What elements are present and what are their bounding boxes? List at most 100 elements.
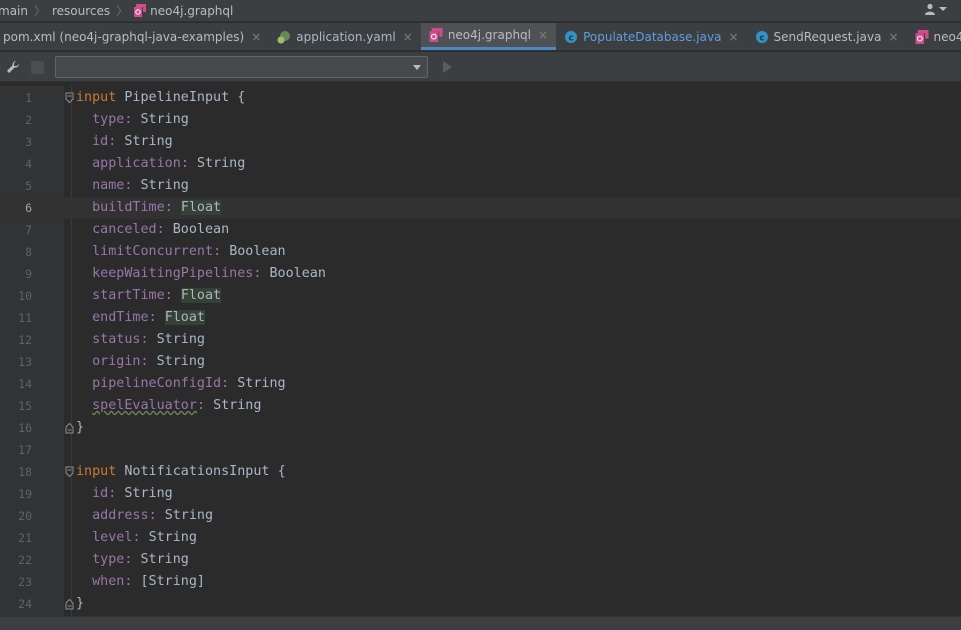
line-number: 3 (25, 135, 32, 149)
line-number: 14 (18, 377, 32, 391)
code-line[interactable]: 3 id: String (0, 131, 961, 153)
field-name-token: name (92, 178, 125, 193)
tab-pom-xml[interactable]: pom.xml (neo4j-graphql-java-examples) × (0, 23, 269, 50)
code-line[interactable]: 1 input PipelineInput { (0, 87, 961, 109)
fold-open-icon[interactable] (65, 466, 74, 478)
user-icon (925, 3, 935, 15)
line-number: 24 (18, 597, 32, 611)
colon-token: : (108, 486, 117, 501)
line-number: 15 (18, 399, 32, 413)
line-number: 18 (18, 465, 32, 479)
close-icon[interactable]: × (888, 30, 898, 44)
code-line[interactable]: 22 type: String (0, 549, 961, 571)
brace-token: } (76, 596, 85, 611)
code-text: endTime: Float (76, 307, 205, 329)
code-line[interactable]: 4 application: String (0, 153, 961, 175)
tab-populate-database-java[interactable]: c PopulateDatabase.java × (556, 23, 746, 50)
colon-token: : (124, 552, 133, 567)
tab-application-yaml[interactable]: application.yaml × (269, 23, 421, 50)
user-menu-button[interactable] (924, 3, 947, 15)
code-line[interactable]: 20 address: String (0, 505, 961, 527)
code-line[interactable]: 14 pipelineConfigId: String (0, 373, 961, 395)
code-line[interactable]: 8 limitConcurrent: Boolean (0, 241, 961, 263)
chevron-down-icon (939, 7, 947, 11)
field-name-token: level (92, 530, 133, 545)
code-line[interactable]: 24} (0, 593, 961, 615)
line-number: 20 (18, 509, 32, 523)
code-line[interactable]: 10 startTime: Float (0, 285, 961, 307)
line-number: 2 (25, 113, 32, 127)
code-line[interactable]: 6 buildTime: Float (0, 197, 961, 219)
fold-close-icon[interactable] (65, 422, 74, 434)
close-icon[interactable]: × (538, 28, 548, 42)
field-type-token: Float (164, 310, 205, 325)
field-name-token: startTime (92, 288, 165, 303)
tab-neo4j-graphql[interactable]: neo4j.graphql × (420, 23, 557, 50)
field-type-token: Float (180, 200, 222, 215)
line-number: 22 (18, 553, 32, 567)
type-name-token: NotificationsInput (124, 464, 270, 479)
brace-token: } (76, 420, 85, 435)
breadcrumb-item-file[interactable]: neo4j.graphql (134, 4, 233, 18)
code-line[interactable]: 12 status: String (0, 329, 961, 351)
field-type-token: String (124, 134, 173, 149)
line-number: 5 (25, 179, 32, 193)
code-editor[interactable]: 1 input PipelineInput {2 type: String 3 id… (0, 86, 961, 616)
code-line[interactable]: 2 type: String (0, 109, 961, 131)
chevron-down-icon (413, 65, 421, 70)
field-type-token: String (164, 508, 214, 523)
code-text: address: String (76, 505, 213, 527)
code-line[interactable]: 7 canceled: Boolean (0, 219, 961, 241)
type-name-token: PipelineInput (124, 90, 230, 105)
run-configuration-select[interactable] (55, 56, 428, 78)
code-text: level: String (76, 527, 197, 549)
status-bar (0, 616, 961, 630)
code-line[interactable]: 5 name: String (0, 175, 961, 197)
field-type-token: String (124, 486, 173, 501)
code-line[interactable]: 19 id: String (0, 483, 961, 505)
code-line[interactable]: 18 input NotificationsInput { (0, 461, 961, 483)
code-line[interactable]: 17 (0, 439, 961, 461)
run-icon[interactable] (443, 61, 452, 73)
field-type-token: Boolean (229, 244, 286, 259)
breadcrumb-item-resources[interactable]: resources (52, 4, 110, 18)
field-name-token: address (92, 508, 149, 523)
field-name-token: type (92, 552, 125, 567)
code-text: startTime: Float (76, 285, 222, 307)
line-number: 1 (25, 91, 32, 105)
code-line[interactable]: 23 when: [String] (0, 571, 961, 593)
line-number: 9 (25, 267, 32, 281)
line-number: 13 (18, 355, 32, 369)
colon-token: : (140, 354, 149, 369)
field-type-token: String (196, 156, 246, 171)
colon-token: : (108, 134, 117, 149)
tab-neo4j-types-graphql[interactable]: neo4j_types.graphql × (907, 23, 961, 50)
breadcrumb-item-main[interactable]: main (0, 4, 28, 18)
line-number: 7 (25, 223, 32, 237)
wrench-icon[interactable] (6, 60, 20, 74)
fold-open-icon[interactable] (65, 92, 74, 104)
line-number: 6 (0, 197, 32, 219)
colon-token: : (213, 244, 222, 259)
code-line[interactable]: 15 spelEvaluator: String (0, 395, 961, 417)
code-line[interactable]: 13 origin: String (0, 351, 961, 373)
code-line[interactable]: 9 keepWaitingPipelines: Boolean (0, 263, 961, 285)
stop-icon[interactable] (31, 61, 44, 74)
editor-toolbar (0, 52, 961, 82)
code-line[interactable]: 21 level: String (0, 527, 961, 549)
code-text: buildTime: Float (76, 197, 222, 219)
tab-send-request-java[interactable]: c SendRequest.java × (747, 23, 907, 50)
colon-token: : (148, 508, 157, 523)
colon-token: : (164, 288, 173, 303)
field-name-token: origin (92, 354, 141, 369)
colon-token: : (221, 376, 230, 391)
code-line[interactable]: 11 endTime: Float (0, 307, 961, 329)
close-icon[interactable]: × (403, 30, 413, 44)
line-number: 8 (25, 245, 32, 259)
line-number: 21 (18, 531, 32, 545)
fold-close-icon[interactable] (65, 598, 74, 610)
close-icon[interactable]: × (728, 30, 738, 44)
close-icon[interactable]: × (251, 30, 261, 44)
line-number: 10 (18, 289, 32, 303)
code-line[interactable]: 16} (0, 417, 961, 439)
